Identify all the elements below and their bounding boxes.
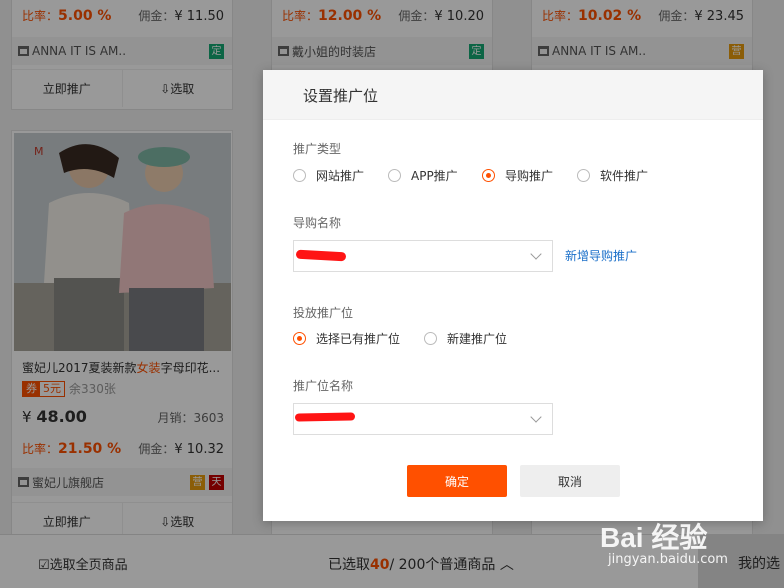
confirm-button[interactable]: 确定 [407,465,507,497]
add-guide-link[interactable]: 新增导购推广 [565,247,637,264]
promo-type-label: 推广类型 [293,142,342,156]
chevron-down-icon [530,248,542,260]
promotion-slot-dialog: 设置推广位 推广类型 网站推广 APP推广 导购推广 软件推广 导购名称 新增导… [263,70,763,521]
slot-label: 投放推广位 [293,306,354,320]
baidu-jingyan-watermark: Bai 经验 jingyan.baidu.com [598,500,782,572]
cancel-button[interactable]: 取消 [520,465,620,497]
radio-website[interactable]: 网站推广 [293,167,388,184]
watermark-url: jingyan.baidu.com [608,552,728,567]
radio-app[interactable]: APP推广 [388,167,482,184]
guide-name-label: 导购名称 [293,216,342,230]
slot-name-label: 推广位名称 [293,379,354,393]
radio-guide[interactable]: 导购推广 [482,167,577,184]
guide-name-select[interactable] [293,240,553,272]
dialog-title: 设置推广位 [263,70,763,120]
redacted-mark [294,412,356,422]
chevron-down-icon [530,411,542,423]
redacted-mark [295,249,347,262]
slot-name-select[interactable] [293,403,553,435]
radio-software[interactable]: 软件推广 [577,167,648,184]
radio-existing-slot[interactable]: 选择已有推广位 [293,330,424,347]
slot-option-group: 选择已有推广位 新建推广位 [293,330,507,347]
baidu-logo: Bai 经验 [600,522,708,553]
promo-type-group: 网站推广 APP推广 导购推广 软件推广 [293,167,648,184]
radio-new-slot[interactable]: 新建推广位 [424,330,507,347]
